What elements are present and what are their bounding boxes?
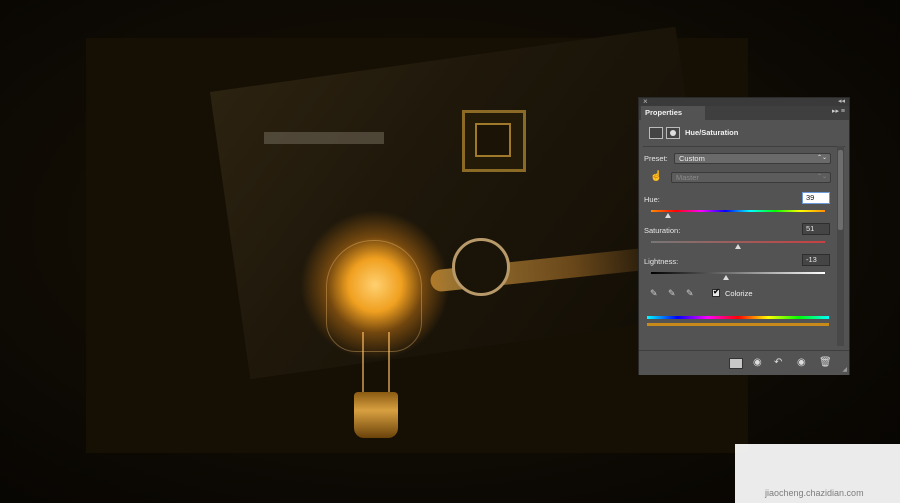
collapse-icon[interactable]: ◂◂ xyxy=(838,97,845,105)
saturation-value-field[interactable]: 51 xyxy=(802,223,830,235)
eyedropper-minus-icon[interactable]: ✎ xyxy=(686,288,694,299)
source-color-bar xyxy=(647,316,829,319)
scrollbar-thumb[interactable] xyxy=(838,150,843,230)
checkmark-icon: ✔ xyxy=(713,287,720,296)
lightness-slider-thumb[interactable] xyxy=(722,275,729,280)
reset-icon[interactable]: ↶ xyxy=(774,357,782,368)
adjustment-title: Hue/Saturation xyxy=(685,128,739,137)
hue-slider-track[interactable] xyxy=(651,210,825,212)
chevron-updown-icon: ⌃⌄ xyxy=(816,174,827,180)
cpu-socket-image xyxy=(462,110,526,172)
colorize-label: Colorize xyxy=(725,289,753,298)
watermark-url: jiaocheng.chazidian.com xyxy=(765,488,864,498)
panel-divider xyxy=(643,146,845,147)
site-watermark: jiaocheng.chazidian.com xyxy=(735,444,900,503)
lightness-label: Lightness: xyxy=(644,257,679,266)
hue-value-field[interactable]: 39 xyxy=(802,192,830,204)
preset-dropdown[interactable]: Custom ⌃⌄ xyxy=(674,153,831,164)
channel-value: Master xyxy=(676,173,699,182)
bulb-base-image xyxy=(354,392,398,438)
trash-icon[interactable]: 🗑 xyxy=(819,357,832,368)
resize-grip-icon[interactable]: ◢ xyxy=(842,366,847,373)
lightness-slider-track[interactable] xyxy=(651,272,825,274)
hue-label: Hue: xyxy=(644,195,660,204)
channel-dropdown[interactable]: Master ⌃⌄ xyxy=(671,172,831,183)
lightness-value-field[interactable]: -13 xyxy=(802,254,830,266)
cpu-socket-inner xyxy=(475,123,511,157)
clip-to-layer-icon[interactable] xyxy=(729,358,743,369)
panel-menu-icon[interactable]: ▸▸ ≡ xyxy=(832,107,845,115)
panel-tab-bar: Properties ▸▸ ≡ xyxy=(639,106,849,120)
motherboard-edge-highlight xyxy=(264,132,384,144)
panel-scrollbar[interactable] xyxy=(837,146,844,346)
preset-value: Custom xyxy=(679,154,705,163)
colorize-checkbox[interactable]: ✔ xyxy=(712,287,720,297)
hue-slider-thumb[interactable] xyxy=(665,213,672,218)
panel-footer: ◉ ↶ ◉ 🗑 ◢ xyxy=(639,350,849,375)
saturation-slider-track[interactable] xyxy=(651,241,825,243)
view-previous-state-icon[interactable]: ◉ xyxy=(753,357,762,368)
preset-label: Preset: xyxy=(644,154,668,163)
properties-panel: × ◂◂ Properties ▸▸ ≡ Hue/Saturation Pres… xyxy=(638,97,850,375)
targeted-adjustment-icon[interactable]: ☝ xyxy=(650,171,662,182)
cable-connector-image xyxy=(452,238,510,296)
eyedropper-icon[interactable]: ✎ xyxy=(650,288,658,299)
panel-title-bar[interactable]: × ◂◂ xyxy=(639,97,849,106)
saturation-label: Saturation: xyxy=(644,226,681,235)
close-icon[interactable]: × xyxy=(643,97,648,106)
eyedropper-plus-icon[interactable]: ✎ xyxy=(668,288,676,299)
adjustment-layer-icon[interactable] xyxy=(649,127,663,139)
visibility-eye-icon[interactable]: ◉ xyxy=(797,357,806,368)
bulb-neck-image xyxy=(362,332,390,392)
saturation-slider-thumb[interactable] xyxy=(735,244,741,249)
result-color-bar xyxy=(647,323,829,326)
chevron-updown-icon: ⌃⌄ xyxy=(816,155,827,161)
layer-mask-icon[interactable] xyxy=(666,127,680,139)
tab-properties[interactable]: Properties xyxy=(641,106,705,120)
